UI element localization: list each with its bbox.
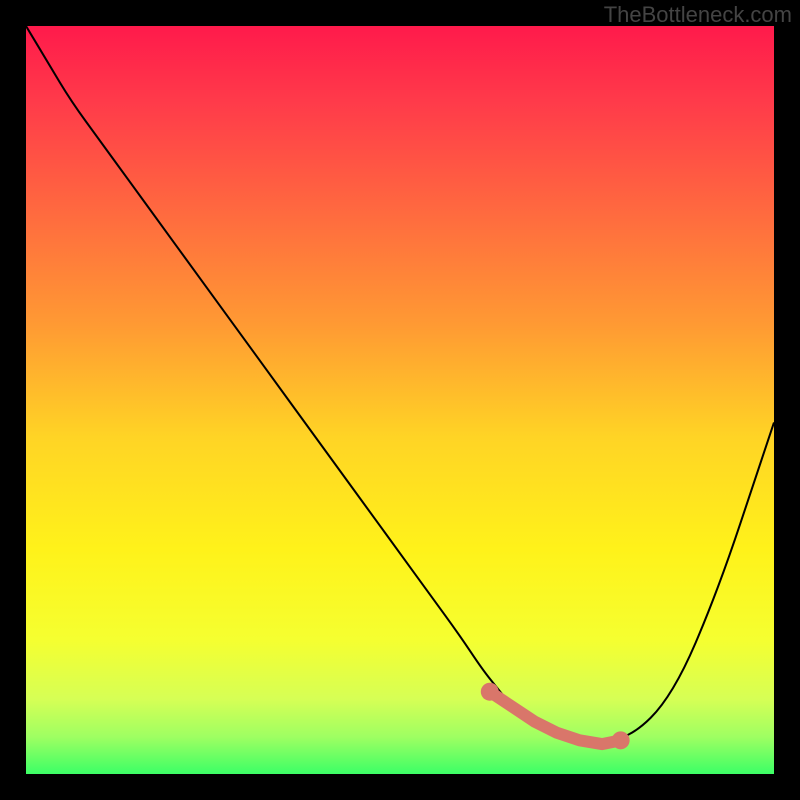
chart-svg bbox=[26, 26, 774, 774]
highlight-dot bbox=[481, 683, 499, 701]
chart-background bbox=[26, 26, 774, 774]
highlight-dot bbox=[612, 731, 630, 749]
chart-plot-area bbox=[26, 26, 774, 774]
watermark-text: TheBottleneck.com bbox=[604, 2, 792, 28]
